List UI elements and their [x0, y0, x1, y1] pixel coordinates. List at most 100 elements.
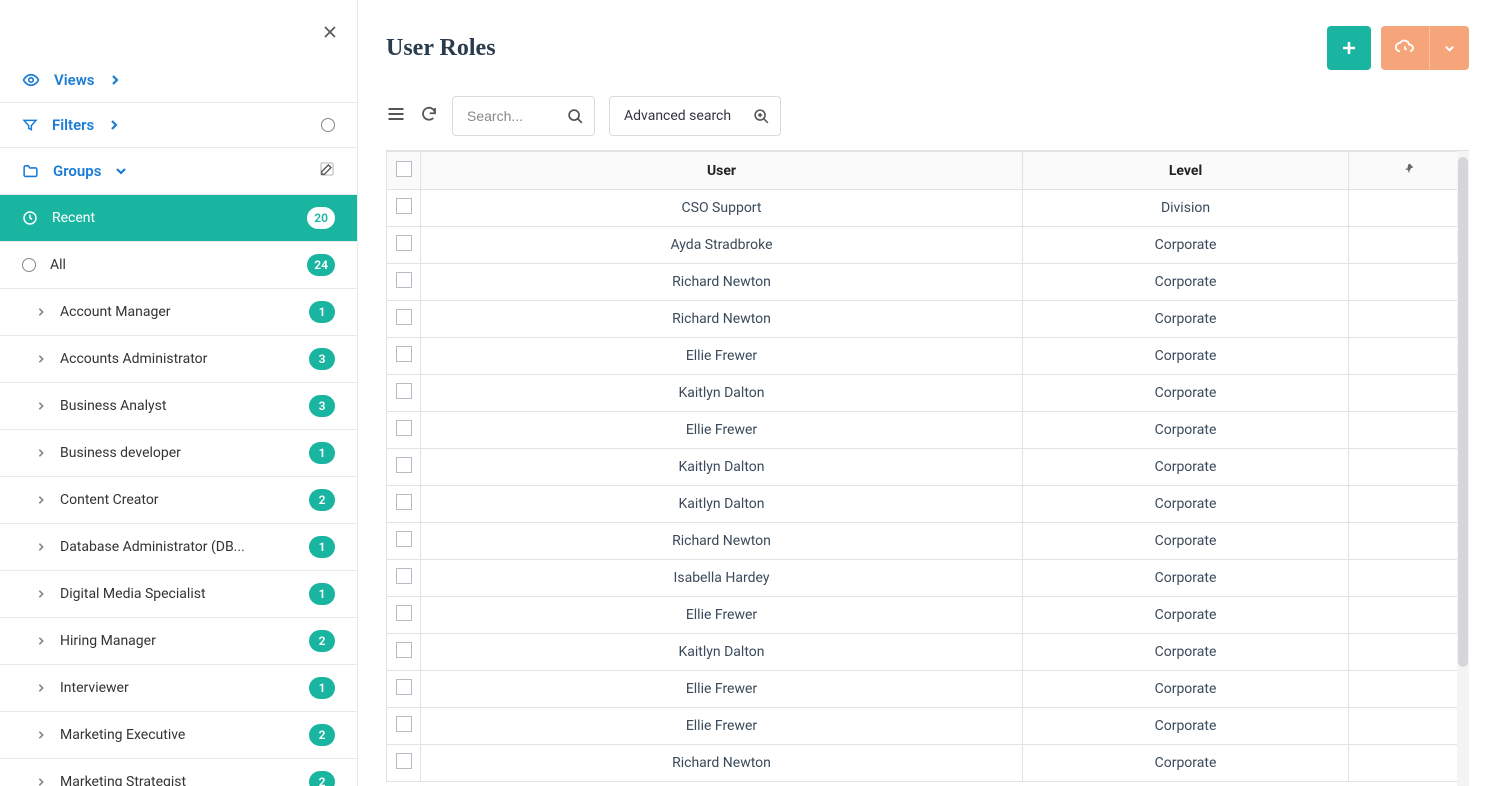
- cell-level: Corporate: [1023, 523, 1349, 560]
- group-item-label: Digital Media Specialist: [60, 586, 206, 602]
- eye-icon: [22, 71, 40, 89]
- table-row[interactable]: Ayda StradbrokeCorporate: [387, 227, 1469, 264]
- row-checkbox[interactable]: [396, 716, 412, 732]
- table-row[interactable]: Richard NewtonCorporate: [387, 301, 1469, 338]
- table-row[interactable]: Kaitlyn DaltonCorporate: [387, 634, 1469, 671]
- row-checkbox[interactable]: [396, 642, 412, 658]
- header-level[interactable]: Level: [1023, 152, 1349, 190]
- cell-pin: [1349, 301, 1469, 338]
- cell-user: Ellie Frewer: [421, 412, 1023, 449]
- chevron-right-icon: [36, 683, 46, 693]
- recent-count-badge: 20: [307, 207, 335, 229]
- table-row[interactable]: Ellie FrewerCorporate: [387, 671, 1469, 708]
- cell-user: Ayda Stradbroke: [421, 227, 1023, 264]
- menu-button[interactable]: [386, 104, 406, 128]
- recent-label: Recent: [52, 210, 95, 226]
- cell-user: Richard Newton: [421, 523, 1023, 560]
- sidebar-groups[interactable]: Groups: [0, 148, 357, 195]
- table-row[interactable]: Kaitlyn DaltonCorporate: [387, 375, 1469, 412]
- chevron-right-icon: [36, 448, 46, 458]
- chevron-right-icon: [36, 730, 46, 740]
- advanced-search-button[interactable]: Advanced search: [609, 96, 781, 136]
- sidebar-group-item[interactable]: Database Administrator (DB...1: [0, 524, 357, 571]
- table-row[interactable]: Richard NewtonCorporate: [387, 264, 1469, 301]
- cell-pin: [1349, 560, 1469, 597]
- table-row[interactable]: CSO SupportDivision: [387, 190, 1469, 227]
- close-sidebar-button[interactable]: [323, 24, 337, 42]
- chevron-right-icon: [108, 119, 120, 131]
- scrollbar-thumb[interactable]: [1458, 157, 1468, 667]
- all-label: All: [50, 257, 66, 273]
- row-checkbox[interactable]: [396, 235, 412, 251]
- sidebar-group-item[interactable]: Hiring Manager2: [0, 618, 357, 665]
- row-checkbox[interactable]: [396, 457, 412, 473]
- sidebar-group-item[interactable]: Account Manager1: [0, 289, 357, 336]
- table-row[interactable]: Ellie FrewerCorporate: [387, 412, 1469, 449]
- cell-pin: [1349, 486, 1469, 523]
- sidebar-item-all[interactable]: All 24: [0, 242, 357, 289]
- table-row[interactable]: Kaitlyn DaltonCorporate: [387, 449, 1469, 486]
- row-checkbox[interactable]: [396, 531, 412, 547]
- group-count-badge: 1: [309, 677, 335, 699]
- group-count-badge: 2: [309, 630, 335, 652]
- row-checkbox[interactable]: [396, 198, 412, 214]
- sidebar-group-item[interactable]: Business developer1: [0, 430, 357, 477]
- sidebar-item-recent[interactable]: Recent 20: [0, 195, 357, 242]
- table-row[interactable]: Ellie FrewerCorporate: [387, 708, 1469, 745]
- search-input[interactable]: [467, 97, 567, 135]
- edit-groups-button[interactable]: [319, 161, 335, 181]
- group-count-badge: 3: [309, 395, 335, 417]
- cell-level: Corporate: [1023, 745, 1349, 782]
- group-item-label: Database Administrator (DB...: [60, 539, 245, 555]
- sidebar-group-item[interactable]: Interviewer 1: [0, 665, 357, 712]
- select-all-checkbox[interactable]: [396, 161, 412, 177]
- table-row[interactable]: Ellie FrewerCorporate: [387, 338, 1469, 375]
- row-checkbox[interactable]: [396, 494, 412, 510]
- sidebar-filters[interactable]: Filters: [0, 103, 357, 148]
- header-user[interactable]: User: [421, 152, 1023, 190]
- scrollbar-track: [1457, 151, 1469, 786]
- refresh-button[interactable]: [420, 105, 438, 127]
- row-checkbox[interactable]: [396, 420, 412, 436]
- cell-level: Corporate: [1023, 264, 1349, 301]
- group-item-label: Account Manager: [60, 304, 171, 320]
- cell-pin: [1349, 671, 1469, 708]
- cell-pin: [1349, 190, 1469, 227]
- row-checkbox[interactable]: [396, 753, 412, 769]
- row-checkbox[interactable]: [396, 272, 412, 288]
- sidebar-group-item[interactable]: Digital Media Specialist1: [0, 571, 357, 618]
- group-item-label: Marketing Strategist: [60, 774, 186, 786]
- sidebar-views[interactable]: Views: [0, 58, 357, 103]
- add-button[interactable]: [1327, 26, 1371, 70]
- row-checkbox[interactable]: [396, 605, 412, 621]
- close-icon: [323, 25, 337, 39]
- pin-icon: [1402, 162, 1415, 175]
- row-checkbox[interactable]: [396, 383, 412, 399]
- refresh-split-button[interactable]: [1381, 26, 1469, 70]
- folder-icon: [22, 163, 39, 180]
- row-checkbox[interactable]: [396, 679, 412, 695]
- row-checkbox[interactable]: [396, 568, 412, 584]
- sidebar-group-item[interactable]: Content Creator2: [0, 477, 357, 524]
- search-icon[interactable]: [567, 108, 584, 125]
- table-row[interactable]: Richard NewtonCorporate: [387, 523, 1469, 560]
- sidebar-group-item[interactable]: Accounts Administrator3: [0, 336, 357, 383]
- cell-user: Kaitlyn Dalton: [421, 486, 1023, 523]
- row-checkbox[interactable]: [396, 346, 412, 362]
- user-roles-table: User Level CSO SupportDivisionAyda Strad…: [386, 151, 1469, 782]
- group-count-badge: 2: [309, 771, 335, 786]
- cell-level: Corporate: [1023, 708, 1349, 745]
- table-row[interactable]: Richard NewtonCorporate: [387, 745, 1469, 782]
- sidebar-group-item[interactable]: Marketing Strategist 2: [0, 759, 357, 786]
- cell-user: Ellie Frewer: [421, 597, 1023, 634]
- row-checkbox[interactable]: [396, 309, 412, 325]
- group-item-label: Interviewer: [60, 680, 129, 696]
- table-row[interactable]: Kaitlyn DaltonCorporate: [387, 486, 1469, 523]
- sidebar-group-item[interactable]: Marketing Executive2: [0, 712, 357, 759]
- table-row[interactable]: Ellie FrewerCorporate: [387, 597, 1469, 634]
- sidebar-group-item[interactable]: Business Analyst3: [0, 383, 357, 430]
- table-row[interactable]: Isabella HardeyCorporate: [387, 560, 1469, 597]
- group-count-badge: 3: [309, 348, 335, 370]
- chevron-right-icon: [36, 589, 46, 599]
- plus-icon: [1341, 40, 1357, 56]
